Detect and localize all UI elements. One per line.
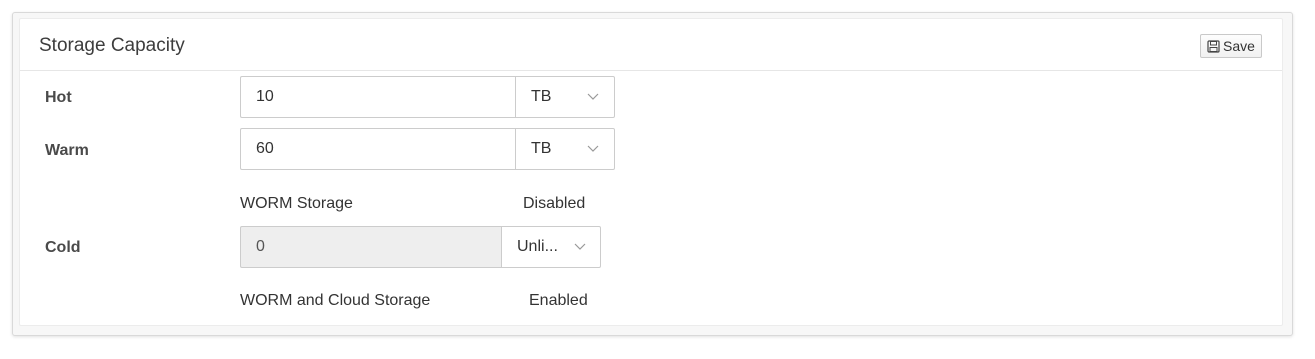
storage-capacity-card: Storage Capacity Save Hot 10 TB Warm 60 … [12,12,1293,336]
floppy-disk-icon [1207,39,1220,53]
chevron-down-icon [587,145,599,152]
hot-unit-value: TB [531,88,552,105]
warm-input-group: 60 TB [240,128,615,170]
cold-worm-cloud-storage-status: Enabled [529,292,588,309]
warm-worm-storage-status: Disabled [523,195,586,212]
save-button[interactable]: Save [1200,34,1262,58]
cold-unit-select[interactable]: Unli... [501,226,601,268]
warm-worm-storage-label: WORM Storage [240,195,353,212]
warm-label: Warm [45,142,89,159]
cold-input-group: 0 Unli... [240,226,601,268]
hot-label: Hot [45,89,72,106]
hot-unit-select[interactable]: TB [515,76,615,118]
hot-input-group: 10 TB [240,76,615,118]
panel-title: Storage Capacity [39,35,185,56]
hot-value-input[interactable]: 10 [240,76,515,118]
save-button-label: Save [1223,38,1255,54]
warm-unit-select[interactable]: TB [515,128,615,170]
cold-unit-value: Unli... [517,238,558,255]
warm-unit-value: TB [531,140,552,157]
cold-value-input[interactable]: 0 [240,226,501,268]
chevron-down-icon [574,243,586,250]
storage-capacity-panel: Storage Capacity Save Hot 10 TB Warm 60 … [19,18,1283,326]
cold-label: Cold [45,239,81,256]
warm-value-input[interactable]: 60 [240,128,515,170]
chevron-down-icon [587,93,599,100]
cold-worm-cloud-storage-label: WORM and Cloud Storage [240,292,431,309]
panel-header: Storage Capacity Save [20,19,1282,71]
